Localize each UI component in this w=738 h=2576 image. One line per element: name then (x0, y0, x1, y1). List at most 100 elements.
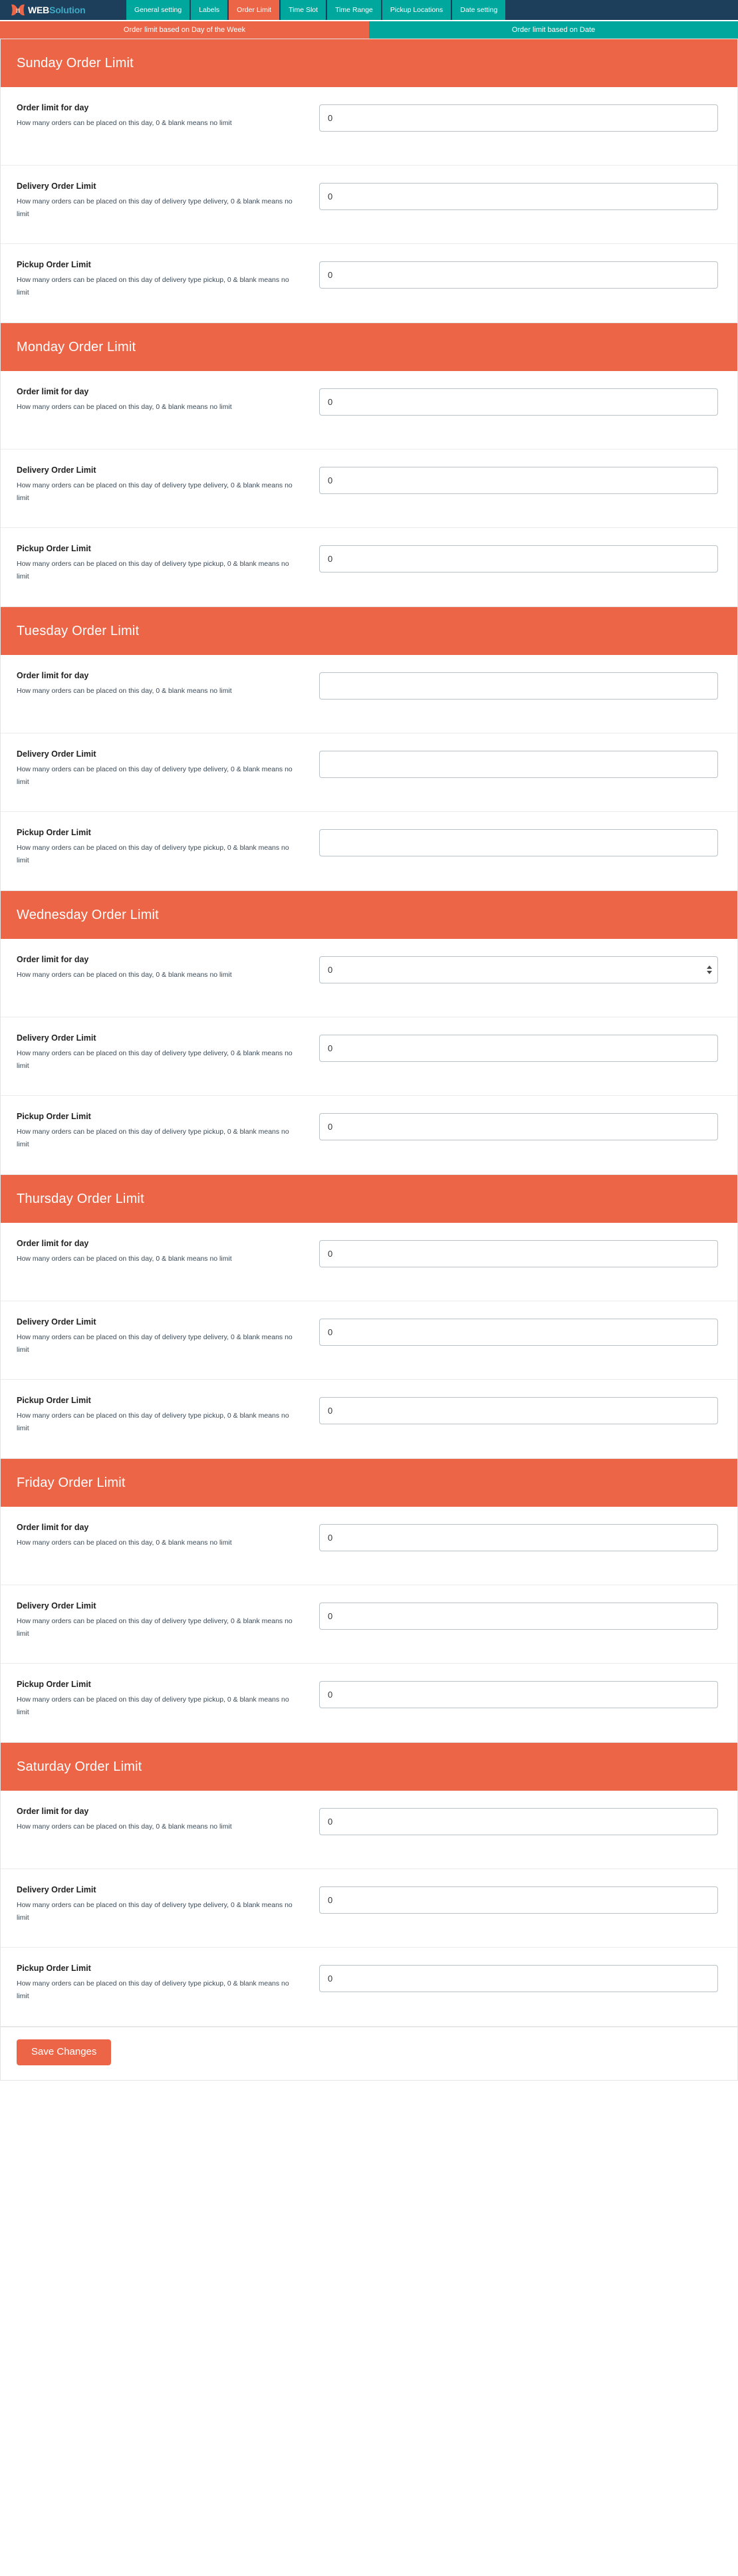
order-limit-input-pickup[interactable] (319, 1681, 718, 1708)
input-wrapper (319, 261, 718, 289)
order-limit-input-delivery[interactable] (319, 1319, 718, 1346)
field-label-column: Delivery Order Limit How many orders can … (17, 1032, 319, 1073)
field-input-column (319, 1110, 721, 1140)
field-row: Order limit for day How many orders can b… (1, 1507, 737, 1585)
day-panel-heading: Tuesday Order Limit (1, 607, 737, 655)
order-limit-input-pickup[interactable] (319, 829, 718, 856)
field-row: Pickup Order Limit How many orders can be… (1, 528, 737, 606)
field-help-text: How many orders can be placed on this da… (17, 560, 289, 581)
field-input-column (319, 102, 721, 132)
day-panel: Saturday Order Limit Order limit for day H… (0, 1743, 738, 2027)
order-limit-input-day[interactable] (319, 1240, 718, 1267)
nav-tab-general-setting[interactable]: General setting (126, 0, 190, 20)
brand-name-primary: WEB (28, 5, 50, 15)
svg-text:π: π (16, 7, 21, 15)
field-help-text: How many orders can be placed on this da… (17, 403, 232, 411)
field-row: Order limit for day How many orders can b… (1, 939, 737, 1017)
order-limit-input-day[interactable] (319, 388, 718, 416)
field-label-column: Pickup Order Limit How many orders can be… (17, 1678, 319, 1720)
field-help-text: How many orders can be placed on this da… (17, 1696, 289, 1717)
order-limit-input-day[interactable] (319, 1808, 718, 1835)
field-help-text: How many orders can be placed on this da… (17, 1617, 293, 1638)
input-wrapper (319, 545, 718, 573)
order-limit-input-pickup[interactable] (319, 261, 718, 289)
order-limit-input-day[interactable] (319, 956, 718, 983)
field-title: Pickup Order Limit (17, 1112, 91, 1121)
field-row: Order limit for day How many orders can b… (1, 87, 737, 166)
order-limit-input-delivery[interactable] (319, 467, 718, 494)
subtab-day-of-week[interactable]: Order limit based on Day of the Week (0, 21, 369, 39)
order-limit-input-delivery[interactable] (319, 183, 718, 210)
day-panel: Sunday Order Limit Order limit for day How… (0, 39, 738, 323)
field-label-column: Pickup Order Limit How many orders can be… (17, 827, 319, 868)
nav-tab-date-setting[interactable]: Date setting (452, 0, 506, 20)
order-limit-input-delivery[interactable] (319, 751, 718, 778)
nav-tab-time-range[interactable]: Time Range (327, 0, 381, 20)
field-help-text: How many orders can be placed on this da… (17, 1128, 289, 1149)
field-help-text: How many orders can be placed on this da… (17, 197, 293, 219)
field-input-column (319, 1805, 721, 1835)
input-wrapper (319, 1886, 718, 1914)
field-title: Delivery Order Limit (17, 182, 96, 191)
field-title: Pickup Order Limit (17, 1964, 91, 1973)
nav-tab-pickup-locations[interactable]: Pickup Locations (382, 0, 451, 20)
order-limit-input-pickup[interactable] (319, 545, 718, 573)
day-panel-heading: Thursday Order Limit (1, 1175, 737, 1223)
input-wrapper (319, 829, 718, 856)
nav-trailing-space (622, 0, 738, 20)
field-row: Order limit for day How many orders can b… (1, 1791, 737, 1869)
field-input-column (319, 1521, 721, 1551)
field-title: Order limit for day (17, 1807, 89, 1816)
field-label-column: Order limit for day How many orders can b… (17, 102, 319, 130)
field-row: Pickup Order Limit How many orders can be… (1, 1096, 737, 1174)
field-label-column: Order limit for day How many orders can b… (17, 1237, 319, 1265)
order-limit-input-delivery[interactable] (319, 1603, 718, 1630)
field-row: Delivery Order Limit How many orders can … (1, 450, 737, 528)
nav-tab-labels[interactable]: Labels (191, 0, 228, 20)
subtab-date[interactable]: Order limit based on Date (369, 21, 738, 39)
input-wrapper (319, 1603, 718, 1630)
field-label-column: Delivery Order Limit How many orders can … (17, 1884, 319, 1925)
save-changes-button[interactable]: Save Changes (17, 2039, 112, 2065)
order-limit-input-delivery[interactable] (319, 1035, 718, 1062)
field-input-column (319, 827, 721, 856)
field-title: Delivery Order Limit (17, 1885, 96, 1894)
field-title: Pickup Order Limit (17, 260, 91, 269)
field-input-column (319, 1600, 721, 1630)
field-label-column: Order limit for day How many orders can b… (17, 1805, 319, 1833)
number-spinner[interactable] (705, 962, 714, 979)
field-title: Delivery Order Limit (17, 1317, 96, 1327)
input-wrapper (319, 751, 718, 778)
field-help-text: How many orders can be placed on this da… (17, 276, 289, 297)
order-limit-input-pickup[interactable] (319, 1965, 718, 1992)
order-limit-input-pickup[interactable] (319, 1397, 718, 1424)
field-input-column (319, 1316, 721, 1346)
field-input-column (319, 1032, 721, 1062)
field-label-column: Pickup Order Limit How many orders can be… (17, 1962, 319, 2003)
nav-tab-time-slot[interactable]: Time Slot (281, 0, 326, 20)
field-help-text: How many orders can be placed on this da… (17, 119, 232, 127)
day-panel: Friday Order Limit Order limit for day How… (0, 1459, 738, 1743)
spinner-up-icon[interactable] (707, 966, 712, 969)
butterfly-pi-logo-icon: π (11, 3, 25, 17)
field-help-text: How many orders can be placed on this da… (17, 1901, 293, 1922)
nav-tab-order-limit[interactable]: Order Limit (229, 0, 280, 20)
day-panel-heading: Wednesday Order Limit (1, 891, 737, 939)
field-row: Order limit for day How many orders can b… (1, 655, 737, 733)
order-limit-input-pickup[interactable] (319, 1113, 718, 1140)
order-limit-input-day[interactable] (319, 672, 718, 700)
spinner-down-icon[interactable] (707, 971, 712, 974)
order-limit-input-delivery[interactable] (319, 1886, 718, 1914)
field-input-column (319, 180, 721, 210)
field-row: Pickup Order Limit How many orders can be… (1, 1664, 737, 1742)
field-help-text: How many orders can be placed on this da… (17, 1980, 289, 2001)
field-input-column (319, 748, 721, 778)
order-limit-input-day[interactable] (319, 104, 718, 132)
brand-logo[interactable]: π WEBSolution (0, 0, 126, 20)
field-help-text: How many orders can be placed on this da… (17, 687, 232, 695)
field-row: Pickup Order Limit How many orders can be… (1, 1380, 737, 1458)
day-panel-heading: Monday Order Limit (1, 323, 737, 371)
order-limit-input-day[interactable] (319, 1524, 718, 1551)
field-row: Delivery Order Limit How many orders can … (1, 1301, 737, 1380)
input-wrapper (319, 1240, 718, 1267)
